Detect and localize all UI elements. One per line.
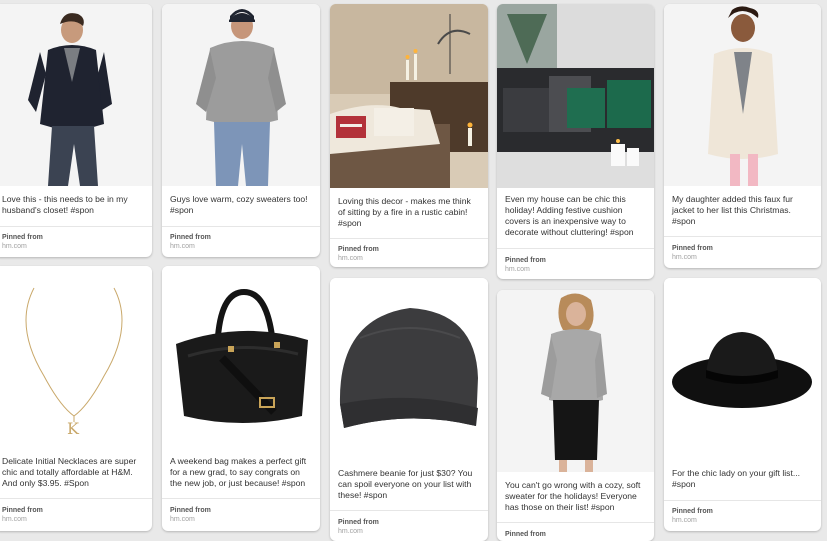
pin-description: Love this - this needs to be in my husba…: [2, 194, 128, 215]
weekend-bag-photo: [162, 266, 320, 448]
woman-sweater-photo: [497, 290, 654, 472]
pin-source-link[interactable]: hm.com: [505, 265, 530, 274]
divider: [497, 248, 654, 249]
pin-description: You can't go wrong with a cozy, soft swe…: [505, 480, 641, 512]
pin-description: Loving this decor - makes me think of si…: [338, 196, 471, 228]
pinned-from-label: Pinned from: [505, 257, 546, 264]
pin-card[interactable]: Loving this decor - makes me think of si…: [330, 4, 488, 267]
pin-description: Cashmere beanie for just $30? You can sp…: [338, 468, 473, 500]
pin-card[interactable]: My daughter added this faux fur jacket t…: [664, 4, 821, 268]
pin-description: Even my house can be chic this holiday! …: [505, 194, 634, 237]
pin-image[interactable]: [0, 4, 152, 186]
pin-card[interactable]: For the chic lady on your gift list... #…: [664, 278, 821, 531]
pin-image[interactable]: [330, 278, 488, 460]
divider: [0, 498, 152, 499]
divider: [0, 226, 152, 227]
pinned-from-label: Pinned from: [2, 234, 43, 241]
rustic-decor-photo: [330, 4, 488, 188]
pin-source-link[interactable]: hm.com: [2, 515, 27, 524]
pin-card[interactable]: A weekend bag makes a perfect gift for a…: [162, 266, 320, 531]
pin-source-link[interactable]: hm.com: [338, 254, 363, 263]
pin-description: Delicate Initial Necklaces are super chi…: [2, 456, 137, 488]
man-sweater-photo: [162, 4, 320, 186]
pin-source-link[interactable]: hm.com: [170, 242, 195, 251]
divider: [330, 510, 488, 511]
pin-image[interactable]: K: [0, 266, 152, 448]
pin-image[interactable]: [162, 266, 320, 448]
girl-fur-jacket-photo: [664, 4, 821, 186]
pendant-letter: K: [67, 419, 79, 438]
pin-description: For the chic lady on your gift list... #…: [672, 468, 801, 489]
pin-image[interactable]: [162, 4, 320, 186]
pin-card[interactable]: Guys love warm, cozy sweaters too! #spon…: [162, 4, 320, 257]
pin-source-link[interactable]: hm.com: [170, 515, 195, 524]
pin-image[interactable]: [497, 4, 654, 188]
pin-source-link[interactable]: hm.com: [672, 516, 697, 525]
pin-image[interactable]: [664, 4, 821, 186]
divider: [330, 238, 488, 239]
pin-description: Guys love warm, cozy sweaters too! #spon: [170, 194, 308, 215]
pin-source-link[interactable]: hm.com: [2, 242, 27, 251]
pin-card[interactable]: Even my house can be chic this holiday! …: [497, 4, 654, 279]
pinned-from-label: Pinned from: [505, 531, 546, 538]
pinned-from-label: Pinned from: [672, 508, 713, 515]
pin-card[interactable]: K Delicate Initial Necklaces are super c…: [0, 266, 152, 531]
divider: [664, 500, 821, 501]
pin-source-link[interactable]: hm.com: [338, 527, 363, 536]
pin-image[interactable]: [497, 290, 654, 472]
divider: [162, 498, 320, 499]
black-hat-photo: [664, 278, 821, 460]
pinned-from-label: Pinned from: [2, 507, 43, 514]
cushion-sofa-photo: [497, 4, 654, 188]
pinned-from-label: Pinned from: [338, 246, 379, 253]
pin-description: My daughter added this faux fur jacket t…: [672, 194, 793, 226]
man-blazer-photo: [0, 4, 152, 186]
pinned-from-label: Pinned from: [170, 234, 211, 241]
pin-source-link[interactable]: hm.com: [672, 253, 697, 262]
divider: [497, 522, 654, 523]
pin-description: A weekend bag makes a perfect gift for a…: [170, 456, 307, 488]
divider: [664, 236, 821, 237]
pin-card[interactable]: You can't go wrong with a cozy, soft swe…: [497, 290, 654, 541]
pin-image[interactable]: [330, 4, 488, 188]
pin-card[interactable]: Love this - this needs to be in my husba…: [0, 4, 152, 257]
pin-card[interactable]: Cashmere beanie for just $30? You can sp…: [330, 278, 488, 541]
beanie-photo: [330, 278, 488, 460]
pinned-from-label: Pinned from: [672, 245, 713, 252]
pinned-from-label: Pinned from: [338, 519, 379, 526]
pin-image[interactable]: [664, 278, 821, 460]
pinned-from-label: Pinned from: [170, 507, 211, 514]
divider: [162, 226, 320, 227]
